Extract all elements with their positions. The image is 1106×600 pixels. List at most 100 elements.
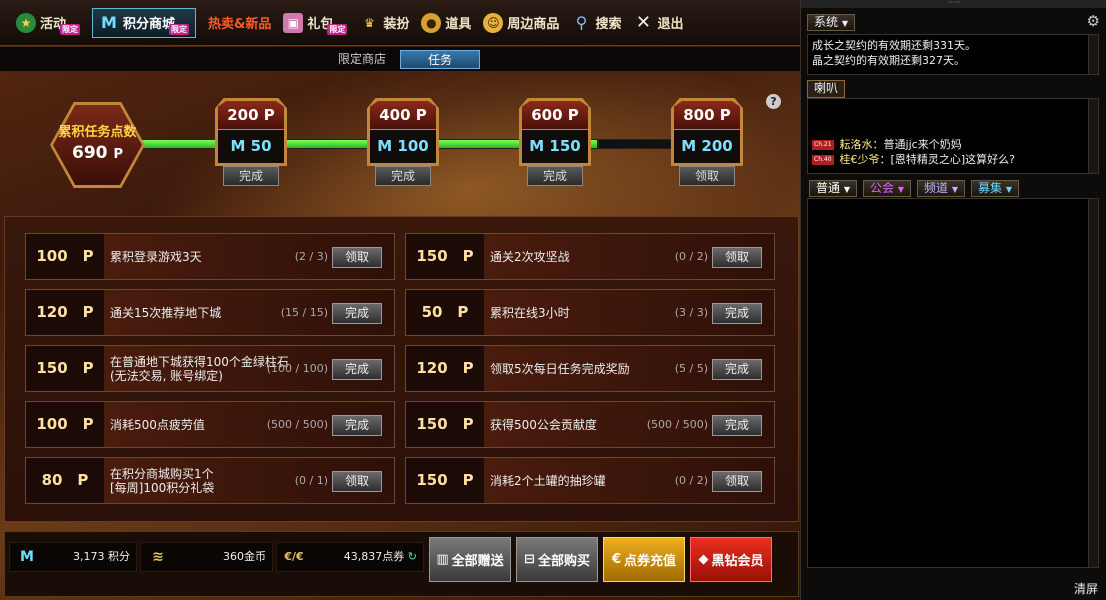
task-item: 100 P 消耗500点疲劳值 (500 / 500) 完成 (25, 401, 395, 448)
m-coin-icon: M (101, 13, 117, 32)
buy-all-button[interactable]: ⊟ 全部购买 (516, 537, 598, 582)
task-button[interactable]: 完成 (332, 303, 382, 324)
tab-recruit[interactable]: 募集 ▼ (971, 180, 1019, 197)
progress-bar-segment (135, 139, 225, 149)
task-item: 120 P 领取5次每日任务完成奖励 (5 / 5) 完成 (405, 345, 775, 392)
task-button[interactable]: 完成 (332, 415, 382, 436)
tab-guild[interactable]: 公会 ▼ (863, 180, 911, 197)
progress-bar-segment (285, 139, 380, 149)
task-button[interactable]: 完成 (712, 303, 762, 324)
nav-avatar[interactable]: ♛ 装扮 (359, 8, 409, 38)
task-item: 150 P 通关2次攻坚战 (0 / 2) 领取 (405, 233, 775, 280)
recharge-button[interactable]: € 点券充值 (603, 537, 685, 582)
nav-exit[interactable]: ✕ 退出 (633, 8, 684, 38)
scrollbar[interactable] (1088, 99, 1098, 173)
milestone-points: 800 P (674, 101, 740, 129)
milestone-points: 400 P (370, 101, 436, 129)
chat-log (807, 198, 1099, 568)
chevron-down-icon: ▼ (843, 185, 850, 194)
task-points: 100 P (36, 415, 94, 433)
task-item: 150 P 消耗2个土罐的抽珍罐 (0 / 2) 领取 (405, 457, 775, 504)
vip-button[interactable]: ◆ 黑钻会员 (690, 537, 772, 582)
settings-icon[interactable]: ⚙ (1087, 12, 1100, 30)
coupon-icon: € (611, 552, 622, 567)
milestone-reward: M 50 (218, 130, 284, 163)
nav-label: 装扮 (383, 17, 410, 32)
tab-normal[interactable]: 普通 ▼ (809, 180, 857, 197)
resize-grip[interactable]: ····· (801, 0, 1106, 8)
milestone-button[interactable]: 完成 (527, 166, 583, 186)
milestone-button[interactable]: 领取 (679, 166, 735, 186)
task-points: 120 P (36, 303, 94, 321)
milestone-button[interactable]: 完成 (375, 166, 431, 186)
task-name: 通关2次攻坚战 (490, 249, 570, 264)
nav-merch[interactable]: ☺ 周边商品 (483, 8, 559, 38)
milestone: 600 PM 150 完成 (519, 98, 591, 190)
gift-icon: ▣ (283, 12, 304, 33)
nav-gift[interactable]: ▣ 礼包 限定 (283, 8, 348, 38)
cart-icon: ⊟ (524, 552, 535, 567)
nav-label: 积分商城 (123, 17, 176, 32)
tab-limited-shop[interactable]: 限定商店 (322, 50, 402, 69)
scrollbar[interactable] (1088, 199, 1098, 567)
task-points: 150 P (416, 415, 474, 433)
scrollbar[interactable] (1088, 35, 1098, 74)
task-points: 50 P (421, 303, 469, 321)
accumulated-points-value: 690 P (72, 143, 123, 163)
nav-search[interactable]: ⚲ 搜索 (571, 8, 622, 38)
milestone-reward: M 150 (522, 130, 588, 163)
task-progress: (100 / 100) (266, 362, 328, 375)
points-balance: M 3,173 积分 (9, 542, 137, 572)
chevron-down-icon: ▼ (897, 185, 904, 194)
system-message: 晶之契约的有效期还剩327天。 (812, 54, 965, 67)
gift-all-button[interactable]: ▥ 全部赠送 (429, 537, 511, 582)
tab-channel[interactable]: 频道 ▼ (917, 180, 965, 197)
milestone-button[interactable]: 完成 (223, 166, 279, 186)
player-name[interactable]: 耘洛水 (840, 138, 873, 151)
task-item: 80 P 在积分商城购买1个 [每周]100积分礼袋 (0 / 1) 领取 (25, 457, 395, 504)
task-item: 150 P 在普通地下城获得100个金绿柱石 (无法交易, 账号绑定) (100 /… (25, 345, 395, 392)
chevron-down-icon: ▼ (951, 185, 958, 194)
task-button[interactable]: 完成 (712, 359, 762, 380)
system-channel-dropdown[interactable]: 系统 ▼ (807, 14, 855, 31)
nav-label: 热卖&新品 (208, 17, 272, 32)
progress-bar-remaining (598, 139, 678, 149)
nav-label: 道具 (445, 17, 472, 32)
progress-bar-segment (436, 139, 531, 149)
task-button[interactable]: 领取 (712, 471, 762, 492)
m-coin-icon: M (20, 549, 34, 565)
shop-panel: ★ 活动 限定 M 积分商城 限定 热卖&新品 ▣ 礼包 限定 ♛ 装扮 ● 道具 ☺ 周边商品 … (0, 0, 800, 600)
task-name: 领取5次每日任务完成奖励 (490, 361, 630, 376)
channel-badge: Ch.40 (812, 155, 834, 165)
task-button[interactable]: 完成 (332, 359, 382, 380)
task-button[interactable]: 完成 (712, 415, 762, 436)
limited-badge: 限定 (327, 24, 348, 35)
clear-button[interactable]: 清屏 (1074, 580, 1098, 597)
accumulated-points-title: 累积任务点数 (58, 125, 137, 140)
task-progress: (0 / 1) (294, 474, 328, 487)
tab-tasks[interactable]: 任务 (400, 50, 480, 69)
task-item: 50 P 累积在线3小时 (3 / 3) 完成 (405, 289, 775, 336)
milestone: 400 PM 100 完成 (367, 98, 439, 190)
nav-hot-new[interactable]: 热卖&新品 (208, 8, 271, 38)
system-message: 成长之契约的有效期还剩331天。 (812, 39, 976, 52)
task-name: 累积在线3小时 (490, 305, 570, 320)
limited-badge: 限定 (60, 24, 81, 35)
task-progress: (0 / 2) (674, 474, 708, 487)
help-icon[interactable]: ? (766, 94, 781, 109)
coupon-balance: €/€ 43,837点券 ↻ (276, 542, 424, 572)
progress-bar-segment (590, 139, 598, 149)
gold-value: 360金币 (223, 550, 266, 563)
nav-items[interactable]: ● 道具 (421, 8, 471, 38)
player-name[interactable]: 桂€少爷 (840, 153, 880, 166)
task-points: 150 P (416, 247, 474, 265)
task-progress: (500 / 500) (646, 418, 708, 431)
task-button[interactable]: 领取 (332, 247, 382, 268)
refresh-icon[interactable]: ↻ (408, 550, 417, 563)
sub-tabs: 限定商店 任务 (0, 47, 800, 72)
nav-activity[interactable]: ★ 活动 限定 (16, 8, 81, 38)
nav-point-mall[interactable]: M 积分商城 限定 (92, 7, 197, 38)
points-value: 3,173 积分 (73, 550, 130, 563)
task-button[interactable]: 领取 (332, 471, 382, 492)
task-button[interactable]: 领取 (712, 247, 762, 268)
